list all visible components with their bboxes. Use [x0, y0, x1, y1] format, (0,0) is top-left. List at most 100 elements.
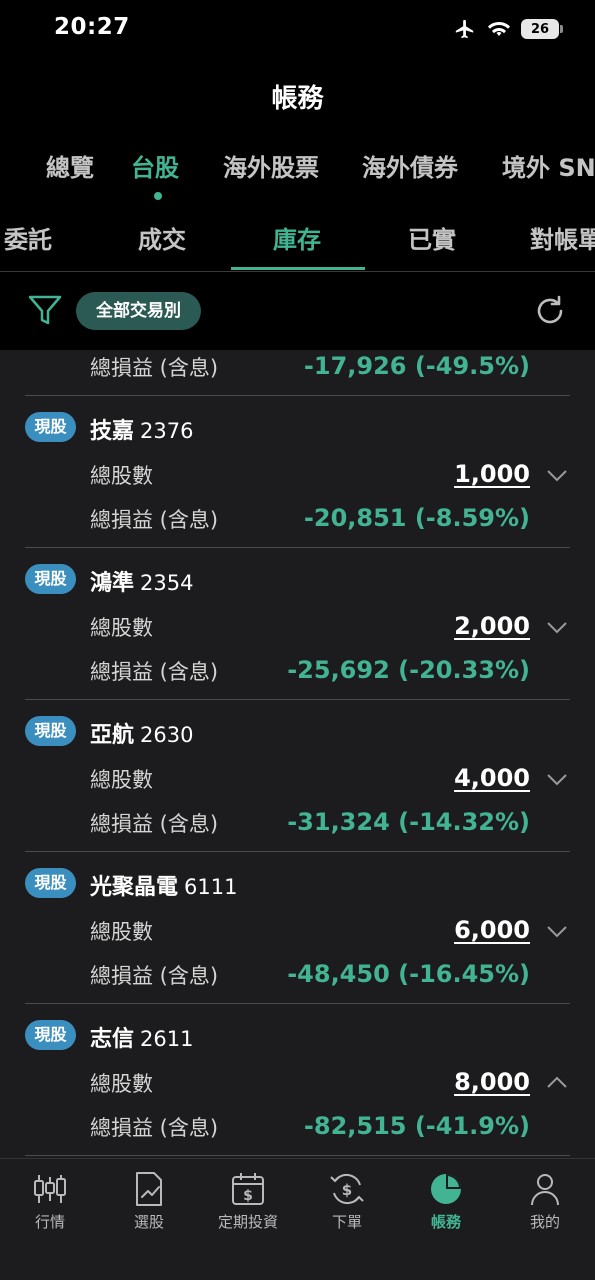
person-icon: [531, 1174, 559, 1206]
pl-label: 總損益 (含息): [90, 1116, 219, 1140]
nav-screener[interactable]: 選股: [99, 1171, 199, 1232]
holding-card[interactable]: 現股 志信 2611 總股數 8,000 總損益 (含息) -82,515 (-4…: [0, 1004, 595, 1156]
chevron-up-icon[interactable]: [546, 1075, 568, 1089]
shares-row: 總股數 2,000: [90, 612, 530, 642]
nav-label: 選股: [133, 1213, 164, 1231]
filter-bar: 全部交易別: [0, 272, 595, 350]
tab-fills[interactable]: 成交: [138, 220, 186, 255]
tab-statement[interactable]: 對帳單: [530, 220, 595, 255]
pl-row: 總損益 (含息) -48,450 (-16.45%): [90, 960, 530, 990]
holding-card[interactable]: 現股 亞航 2630 總股數 4,000 總損益 (含息) -31,324 (-1…: [0, 700, 595, 852]
stock-name-text: 鴻準: [90, 571, 135, 596]
trade-type-chip[interactable]: 全部交易別: [76, 292, 201, 330]
calendar-dollar-icon: $: [232, 1173, 264, 1205]
chevron-down-icon[interactable]: [546, 621, 568, 635]
tab-orders[interactable]: 委託: [4, 220, 52, 255]
stock-type-badge: 現股: [25, 412, 76, 442]
tab-overseas-bond[interactable]: 海外債券: [362, 148, 458, 183]
pie-chart-icon: [431, 1174, 461, 1204]
tab-overview[interactable]: 總覽: [46, 148, 94, 183]
shares-value[interactable]: 4,000: [454, 764, 530, 792]
nav-order[interactable]: $ 下單: [297, 1171, 397, 1232]
pl-row: 總損益 (含息) -25,692 (-20.33%): [90, 656, 530, 686]
nav-profile[interactable]: 我的: [495, 1171, 595, 1232]
tab-realized[interactable]: 已實: [408, 220, 456, 255]
shares-value[interactable]: 1,000: [454, 460, 530, 488]
svg-text:$: $: [342, 1181, 352, 1199]
airplane-icon: [455, 19, 474, 39]
nav-account[interactable]: 帳務: [396, 1171, 496, 1232]
pl-value: -31,324 (-14.32%): [287, 808, 530, 836]
tab-offshore-sn[interactable]: 境外 SN: [502, 148, 595, 183]
tab-tw-stock[interactable]: 台股: [131, 148, 179, 183]
page-title: 帳務: [271, 84, 324, 114]
filter-icon[interactable]: [28, 294, 62, 326]
chevron-down-icon[interactable]: [546, 925, 568, 939]
holding-card[interactable]: 現股 鴻準 2354 總股數 2,000 總損益 (含息) -25,692 (-2…: [0, 548, 595, 700]
stock-name: 志信 2611: [90, 1021, 193, 1053]
record-type-tabs: 委託 成交 庫存 已實 對帳單: [0, 220, 595, 272]
chevron-down-icon[interactable]: [546, 469, 568, 483]
nav-label: 行情: [34, 1213, 65, 1231]
pl-row: 總損益 (含息) -31,324 (-14.32%): [90, 808, 530, 838]
chevron-down-icon[interactable]: [546, 773, 568, 787]
stock-type-badge: 現股: [25, 868, 76, 898]
shares-row: 總股數 4,000: [90, 764, 530, 794]
pl-value: -48,450 (-16.45%): [287, 960, 530, 988]
pl-label: 總損益 (含息): [90, 508, 219, 532]
pl-value: -20,851 (-8.59%): [303, 504, 530, 532]
shares-value[interactable]: 8,000: [454, 1068, 530, 1096]
pl-label: 總損益 (含息): [90, 660, 219, 684]
stock-code: 2376: [140, 419, 194, 443]
candlestick-icon: [34, 1175, 66, 1203]
header: 帳務 總覽 台股 海外股票 海外債券 境外 SN 委託 成交 庫存 已實 對帳單: [0, 60, 595, 272]
shares-row: 總股數 1,000: [90, 460, 530, 490]
active-tab-indicator-dot: [154, 192, 162, 200]
pl-value: -17,926 (-49.5%): [303, 352, 530, 380]
refresh-icon[interactable]: [533, 294, 567, 328]
holding-card[interactable]: 現股 技嘉 2376 總股數 1,000 總損益 (含息) -20,851 (-8…: [0, 396, 595, 548]
partial-pl-row: 總損益 (含息) -17,926 (-49.5%): [90, 352, 530, 382]
stock-code: 2630: [140, 723, 194, 747]
chart-doc-icon: [136, 1172, 162, 1206]
stock-name: 光聚晶電 6111: [90, 869, 237, 901]
tab-overseas-stock[interactable]: 海外股票: [223, 148, 319, 183]
nav-regular-investment[interactable]: $ 定期投資: [198, 1171, 298, 1232]
stock-type-badge: 現股: [25, 1020, 76, 1050]
stock-name-text: 光聚晶電: [90, 875, 179, 900]
stock-type-badge: 現股: [25, 564, 76, 594]
pl-value: -82,515 (-41.9%): [303, 1112, 530, 1140]
stock-code: 2611: [140, 1027, 194, 1051]
status-icons: 26: [453, 18, 563, 40]
active-tab-underline: [231, 267, 365, 270]
stock-name-text: 亞航: [90, 723, 135, 748]
nav-label: 我的: [529, 1213, 560, 1231]
status-bar: 20:27 26: [0, 0, 595, 60]
shares-row: 總股數 6,000: [90, 916, 530, 946]
pl-label: 總損益 (含息): [90, 812, 219, 836]
nav-label: 下單: [331, 1213, 362, 1231]
holding-card[interactable]: 現股 光聚晶電 6111 總股數 6,000 總損益 (含息) -48,450 (…: [0, 852, 595, 1004]
nav-quotes[interactable]: 行情: [0, 1171, 100, 1232]
tab-inventory[interactable]: 庫存: [273, 220, 321, 255]
card-divider: [25, 1155, 570, 1156]
battery-level: 26: [530, 21, 550, 37]
holdings-list[interactable]: 總損益 (含息) -17,926 (-49.5%) 現股 技嘉 2376 總股數 …: [0, 350, 595, 1158]
pl-label: 總損益 (含息): [90, 356, 219, 380]
status-time: 20:27: [54, 14, 130, 40]
bottom-nav: 行情 選股 $ 定期投資 $ 下單 帳務 我的: [0, 1158, 595, 1280]
pl-label: 總損益 (含息): [90, 964, 219, 988]
stock-code: 6111: [184, 875, 238, 899]
shares-value[interactable]: 2,000: [454, 612, 530, 640]
stock-code: 2354: [140, 571, 194, 595]
wifi-icon: [488, 22, 510, 36]
shares-row: 總股數 8,000: [90, 1068, 530, 1098]
nav-label: 定期投資: [217, 1213, 278, 1231]
battery-icon: 26: [521, 19, 563, 39]
shares-label: 總股數: [90, 616, 153, 640]
shares-label: 總股數: [90, 920, 153, 944]
svg-text:$: $: [243, 1188, 253, 1204]
stock-name: 鴻準 2354: [90, 565, 193, 597]
stock-name: 亞航 2630: [90, 717, 193, 749]
shares-value[interactable]: 6,000: [454, 916, 530, 944]
